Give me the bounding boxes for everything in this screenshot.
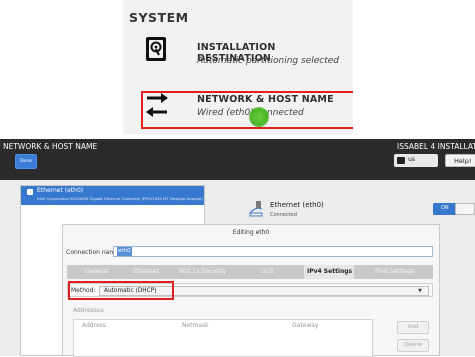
- cursor-indicator: [249, 107, 269, 127]
- connection-name-value: eth0: [117, 247, 132, 256]
- tab-ipv6-settings[interactable]: IPv6 Settings: [375, 268, 414, 275]
- system-spoke-panel: SYSTEM INSTALLATION DESTINATION Automati…: [123, 0, 353, 134]
- device-name: Ethernet (eth0): [37, 187, 84, 194]
- chevron-down-icon: ▼: [418, 288, 422, 294]
- dialog-title: Editing eth0: [232, 229, 270, 236]
- spoke-header: NETWORK & HOST NAME Done ISSABEL 4 INSTA…: [0, 139, 475, 180]
- main-content: Ethernet (eth0) Intel Corporation 82540E…: [0, 180, 475, 357]
- page-title: NETWORK & HOST NAME: [3, 142, 98, 151]
- device-detail-status: Connected: [270, 212, 297, 218]
- device-on-off-toggle[interactable]: ON: [433, 203, 475, 215]
- help-button[interactable]: Help!: [445, 154, 475, 167]
- installation-destination-subtitle: Automatic partitioning selected: [197, 56, 339, 66]
- addresses-table[interactable]: Address Netmask Gateway: [73, 319, 373, 357]
- product-title: ISSABEL 4 INSTALLATION: [397, 142, 475, 151]
- keyboard-icon: [397, 157, 405, 164]
- delete-address-button[interactable]: Delete: [397, 339, 429, 352]
- ethernet-device-icon: [27, 189, 33, 195]
- device-list-item[interactable]: Ethernet (eth0) Intel Corporation 82540E…: [21, 186, 204, 205]
- disk-icon[interactable]: [145, 36, 167, 62]
- editing-dialog: Editing eth0 Connection name: eth0 Gener…: [62, 224, 440, 357]
- addresses-title: Addresses: [73, 307, 104, 314]
- done-button[interactable]: Done: [15, 154, 37, 169]
- addresses-column-address: Address: [82, 322, 106, 329]
- add-address-button[interactable]: Add: [397, 321, 429, 334]
- connection-name-input[interactable]: eth0: [113, 246, 433, 257]
- keyboard-layout-label: us: [408, 156, 415, 163]
- ethernet-icon: [249, 201, 263, 217]
- tab-ipv4-settings[interactable]: IPv4 Settings: [307, 268, 352, 275]
- addresses-column-gateway: Gateway: [292, 322, 319, 329]
- system-section-title: SYSTEM: [129, 10, 189, 25]
- tab-dcb[interactable]: DCB: [261, 268, 274, 275]
- method-highlight-box: [68, 281, 174, 300]
- keyboard-layout-button[interactable]: us: [394, 154, 438, 167]
- device-description: Intel Corporation 82540EM Gigabit Ethern…: [37, 196, 204, 201]
- addresses-column-netmask: Netmask: [182, 322, 209, 329]
- tab-general[interactable]: General: [85, 268, 109, 275]
- device-detail-name: Ethernet (eth0): [270, 201, 324, 209]
- settings-tabs: General Ethernet 802.1x Security DCB IPv…: [67, 265, 433, 279]
- tab-ethernet[interactable]: Ethernet: [133, 268, 159, 275]
- toggle-knob: [455, 203, 475, 215]
- tab-8021x-security[interactable]: 802.1x Security: [179, 268, 226, 275]
- toggle-label: ON: [441, 205, 449, 211]
- network-highlight-box: [141, 91, 353, 129]
